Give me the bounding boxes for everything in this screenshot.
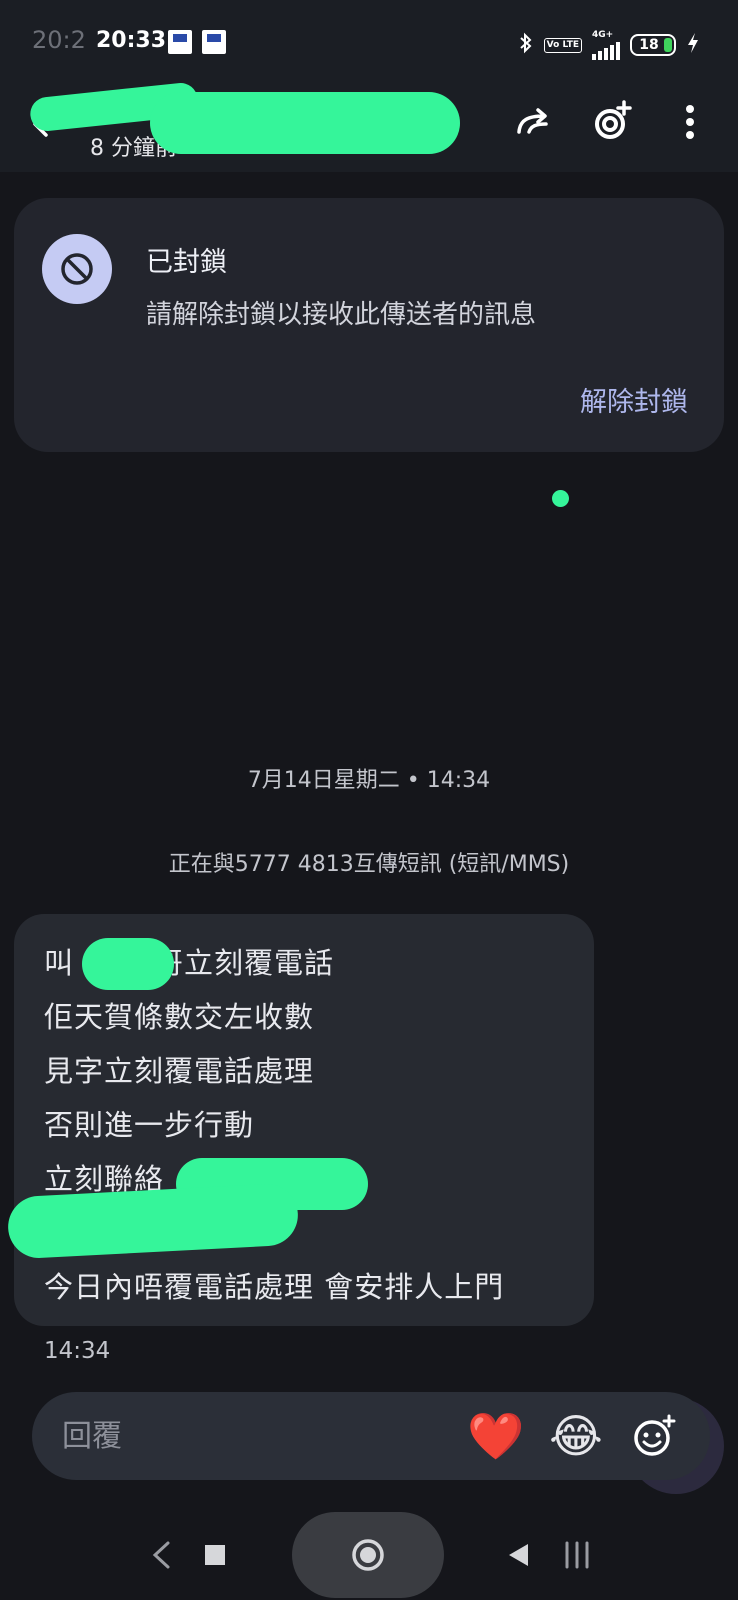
- volte-icon: Vo LTE: [543, 37, 582, 53]
- add-reaction-icon: [595, 100, 632, 139]
- add-emoji-icon: [634, 1414, 676, 1456]
- more-vert-icon: [686, 105, 694, 139]
- emoji-picker-button[interactable]: [624, 1406, 684, 1466]
- status-bar: 20:2 20:33 Vo LTE 4G+ 18: [0, 0, 738, 80]
- app-bar-actions: [506, 94, 718, 150]
- forward-button[interactable]: [506, 94, 562, 150]
- blocked-title: 已封鎖: [146, 247, 227, 278]
- message-timestamp: 14:34: [44, 1338, 111, 1364]
- more-options-button[interactable]: [662, 94, 718, 150]
- blocked-description: 請解除封鎖以接收此傳送者的訊息: [146, 300, 537, 330]
- unblock-button[interactable]: 解除封鎖: [580, 380, 688, 419]
- status-icons: Vo LTE 4G+ 18: [518, 30, 700, 60]
- blocked-banner: 已封鎖 請解除封鎖以接收此傳送者的訊息 解除封鎖: [14, 198, 724, 452]
- notification-app-icon: [168, 30, 192, 54]
- network-type: 4G+: [592, 30, 614, 40]
- ghost-time: 20:2: [32, 26, 86, 54]
- bluetooth-icon: [518, 32, 534, 59]
- redaction-mark: [150, 92, 460, 154]
- reply-bar: ❤️ 😂: [32, 1392, 710, 1480]
- charging-icon: [686, 32, 700, 59]
- reply-input[interactable]: [62, 1414, 442, 1458]
- app-bar: 8 分鐘前: [0, 80, 738, 172]
- add-reaction-button[interactable]: [584, 94, 640, 150]
- message-line: 見字立刻覆電話處理: [44, 1054, 315, 1088]
- redaction-mark: [82, 938, 174, 990]
- heart-reaction-button[interactable]: ❤️: [466, 1406, 526, 1466]
- message-line: 佢天賀條數交左收數: [44, 1000, 315, 1034]
- forward-icon: [517, 108, 548, 134]
- notification-app-icon: [202, 30, 226, 54]
- message-line: 今日內唔覆電話處理 會安排人上門: [44, 1270, 505, 1304]
- battery-level: 18: [639, 37, 659, 53]
- date-separator: 7月14日星期二 • 14:34: [247, 768, 491, 793]
- message-line: 叫: [44, 946, 75, 980]
- battery-icon: 18: [630, 34, 676, 56]
- nav-back-triangle-icon[interactable]: [506, 1542, 530, 1568]
- home-circle-icon: [352, 1539, 384, 1571]
- cell-signal: 4G+: [592, 30, 620, 60]
- system-nav-bar: [0, 1510, 738, 1600]
- screen: 20:2 20:33 Vo LTE 4G+ 18 8 分鐘前 已封鎖 請解除封鎖…: [0, 0, 738, 1600]
- nav-back-chevron-icon[interactable]: [150, 1540, 172, 1570]
- home-button[interactable]: [292, 1512, 444, 1598]
- recents-lines-icon[interactable]: [562, 1540, 592, 1570]
- laugh-reaction-button[interactable]: 😂: [546, 1406, 606, 1466]
- blocked-icon: [42, 234, 112, 304]
- message-line: 否則進一步行動: [44, 1108, 255, 1142]
- redaction-dot: [552, 490, 569, 507]
- message-line: 哥立刻覆電話: [154, 946, 335, 980]
- sms-mode-info: 正在與5777 4813互傳短訊 (短訊/MMS): [168, 852, 570, 877]
- recents-square-icon[interactable]: [204, 1544, 226, 1566]
- clock: 20:33: [96, 28, 167, 53]
- signal-bars-icon: [592, 40, 620, 60]
